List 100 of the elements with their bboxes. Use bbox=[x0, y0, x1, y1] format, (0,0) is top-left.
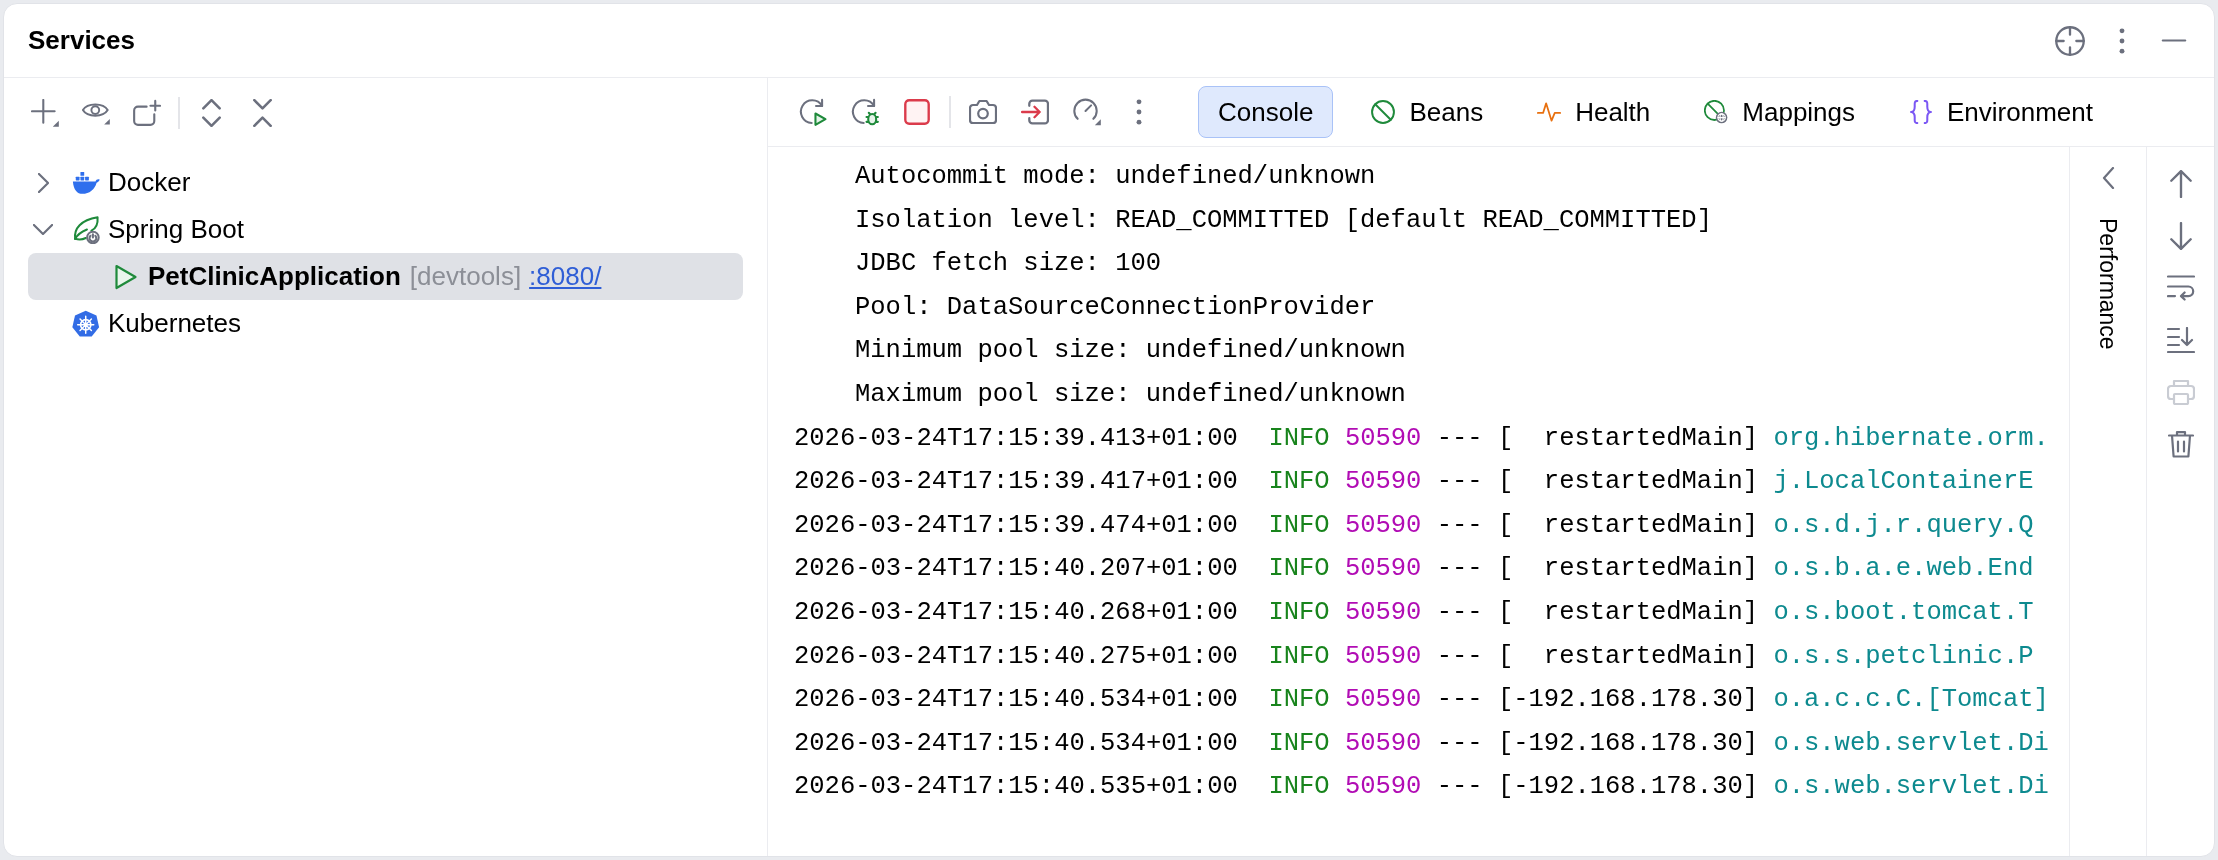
log-level: INFO bbox=[1268, 600, 1330, 626]
log-separator: --- bbox=[1436, 600, 1483, 626]
log-thread: [ restartedMain] bbox=[1497, 425, 1759, 452]
tree-item-tag: [devtools] bbox=[409, 257, 522, 296]
log-process-id: 50590 bbox=[1344, 600, 1422, 626]
log-level: INFO bbox=[1268, 774, 1330, 800]
log-timestamp: 2026-03-24T17:15:40.207+01:00 bbox=[794, 556, 1238, 582]
view-tab[interactable]: Mappings bbox=[1688, 86, 1872, 138]
log-separator: --- bbox=[1436, 469, 1483, 495]
log-thread: [-192.168.178.30] bbox=[1497, 687, 1759, 713]
view-tab[interactable]: Environment bbox=[1893, 86, 2109, 138]
lines-down-arrow-icon bbox=[2166, 327, 2195, 353]
tree-item-label: Spring Boot bbox=[108, 213, 244, 246]
log-process-id: 50590 bbox=[1344, 730, 1422, 757]
log-detail-line: Pool: DataSourceConnectionProvider bbox=[855, 294, 1376, 321]
log-logger: o.s.web.servlet.Di bbox=[1773, 730, 2049, 757]
collapse-all-icon bbox=[252, 99, 272, 127]
log-level: INFO bbox=[1268, 730, 1330, 757]
log-detail-line: Maximum pool size: undefined/unknown bbox=[855, 382, 1406, 408]
tree-item-label: Kubernetes bbox=[108, 307, 241, 340]
log-logger: o.s.d.j.r.query.Q bbox=[1773, 512, 2034, 539]
whale-with-containers-icon bbox=[72, 170, 100, 195]
view-tab[interactable]: Beans bbox=[1355, 86, 1500, 138]
pulse-icon bbox=[1537, 100, 1562, 124]
log-separator: --- bbox=[1436, 425, 1483, 452]
arrow-down-icon bbox=[2169, 222, 2192, 250]
square-plus-icon bbox=[133, 99, 161, 127]
log-level: INFO bbox=[1268, 512, 1330, 539]
log-process-id: 50590 bbox=[1344, 556, 1422, 582]
log-thread: [-192.168.178.30] bbox=[1497, 730, 1759, 757]
tree-item[interactable]: Spring Boot bbox=[28, 206, 743, 253]
log-logger: o.s.web.servlet.Di bbox=[1773, 774, 2049, 800]
log-detail-line: JDBC fetch size: 100 bbox=[855, 251, 1162, 277]
log-level: INFO bbox=[1268, 556, 1330, 582]
log-thread: [ restartedMain] bbox=[1497, 643, 1759, 670]
log-process-id: 50590 bbox=[1344, 425, 1422, 452]
log-process-id: 50590 bbox=[1344, 643, 1422, 670]
log-logger: o.s.b.a.e.web.End bbox=[1773, 556, 2034, 582]
trash-icon bbox=[2167, 430, 2194, 458]
log-logger: j.LocalContainerE bbox=[1773, 469, 2034, 495]
tree-item-label: Docker bbox=[108, 166, 191, 199]
expand-all-icon bbox=[201, 99, 221, 127]
tree-item[interactable]: Kubernetes bbox=[28, 300, 743, 347]
log-process-id: 50590 bbox=[1344, 512, 1422, 539]
log-timestamp: 2026-03-24T17:15:39.417+01:00 bbox=[794, 469, 1238, 495]
braces-icon bbox=[1909, 100, 1934, 124]
slashed-circle-icon bbox=[1371, 100, 1396, 124]
log-logger: o.s.boot.tomcat.T bbox=[1773, 600, 2034, 626]
helm-wheel-icon bbox=[72, 309, 100, 338]
log-separator: --- bbox=[1436, 643, 1483, 670]
crosshair-icon bbox=[2055, 25, 2085, 56]
log-level: INFO bbox=[1268, 687, 1330, 713]
globe-badge-icon bbox=[1704, 100, 1729, 124]
arrow-into-box-icon bbox=[1021, 99, 1049, 125]
log-thread: [-192.168.178.30] bbox=[1497, 774, 1759, 800]
log-separator: --- bbox=[1436, 774, 1483, 800]
minimize-icon bbox=[2161, 39, 2187, 42]
view-tab[interactable]: Health bbox=[1521, 86, 1667, 138]
side-panel-tab[interactable]: Performance bbox=[2090, 218, 2126, 350]
stop-icon bbox=[904, 99, 930, 125]
printer-icon bbox=[2166, 379, 2195, 405]
log-thread: [ restartedMain] bbox=[1497, 600, 1759, 626]
port-link[interactable]: :8080/ bbox=[529, 257, 602, 296]
log-timestamp: 2026-03-24T17:15:40.535+01:00 bbox=[794, 774, 1238, 800]
leaf-power-icon bbox=[72, 215, 100, 244]
more-vertical-icon bbox=[1136, 99, 1142, 125]
log-timestamp: 2026-03-24T17:15:40.534+01:00 bbox=[794, 687, 1238, 713]
log-level: INFO bbox=[1268, 425, 1330, 452]
plus-icon bbox=[31, 99, 59, 127]
tree-item-label: PetClinicApplication bbox=[148, 260, 401, 293]
arrow-up-icon bbox=[2169, 170, 2192, 198]
log-timestamp: 2026-03-24T17:15:40.268+01:00 bbox=[794, 600, 1238, 626]
tree-item[interactable]: PetClinicApplication [devtools] :8080/ bbox=[28, 253, 743, 300]
log-thread: [ restartedMain] bbox=[1497, 556, 1759, 582]
log-thread: [ restartedMain] bbox=[1497, 469, 1759, 495]
log-separator: --- bbox=[1436, 730, 1483, 757]
log-thread: [ restartedMain] bbox=[1497, 512, 1759, 539]
log-timestamp: 2026-03-24T17:15:39.413+01:00 bbox=[794, 425, 1238, 452]
tree-item[interactable]: Docker bbox=[28, 159, 743, 206]
wrap-lines-icon bbox=[2166, 275, 2195, 301]
log-logger: o.s.s.petclinic.P bbox=[1773, 643, 2034, 670]
log-separator: --- bbox=[1436, 512, 1483, 539]
log-process-id: 50590 bbox=[1344, 687, 1422, 713]
camera-icon bbox=[969, 99, 997, 125]
log-level: INFO bbox=[1268, 469, 1330, 495]
rerun-icon bbox=[799, 98, 827, 126]
log-separator: --- bbox=[1436, 687, 1483, 713]
log-logger: o.a.c.c.C.[Tomcat] bbox=[1773, 687, 2049, 713]
view-tab[interactable]: Console bbox=[1198, 86, 1334, 138]
panel-title: Services bbox=[28, 24, 135, 57]
log-separator: --- bbox=[1436, 556, 1483, 582]
log-timestamp: 2026-03-24T17:15:39.474+01:00 bbox=[794, 512, 1238, 539]
rerun-bug-icon bbox=[851, 98, 879, 126]
gauge-icon bbox=[1073, 98, 1101, 126]
log-detail-line: Minimum pool size: undefined/unknown bbox=[855, 338, 1406, 364]
log-level: INFO bbox=[1268, 643, 1330, 670]
play-icon bbox=[114, 263, 138, 290]
log-process-id: 50590 bbox=[1344, 774, 1422, 800]
log-timestamp: 2026-03-24T17:15:40.275+01:00 bbox=[794, 643, 1238, 670]
log-timestamp: 2026-03-24T17:15:40.534+01:00 bbox=[794, 730, 1238, 757]
